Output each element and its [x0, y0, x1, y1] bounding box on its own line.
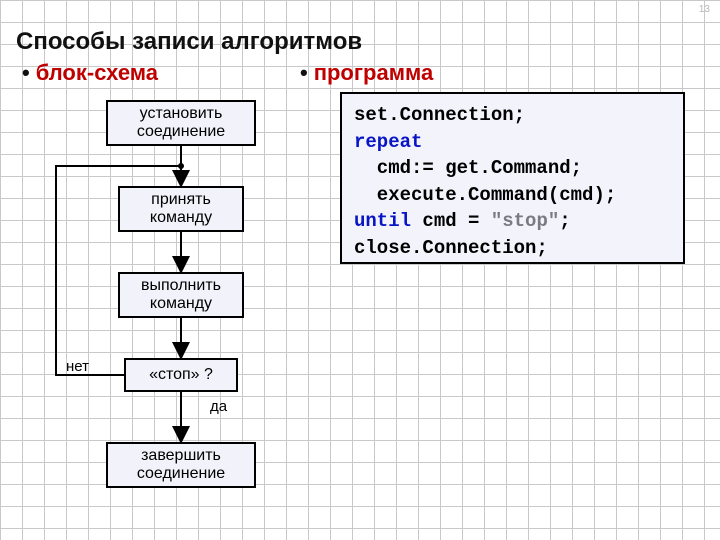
subtitle-flowchart: •блок-схема [22, 60, 158, 86]
flow-box-label: принять команду [150, 191, 212, 228]
code-keyword: repeat [354, 131, 422, 153]
bullet-icon: • [300, 60, 308, 85]
flow-box-connect: установить соединение [106, 100, 256, 146]
flow-box-execute: выполнить команду [118, 272, 244, 318]
flow-box-close: завершить соединение [106, 442, 256, 488]
code-text: cmd = [411, 210, 491, 232]
code-line: set.Connection; [354, 104, 525, 126]
code-line: cmd:= get.Command; [354, 157, 582, 179]
decision-no-label: нет [66, 358, 89, 375]
subtitle-program-text: программа [314, 60, 434, 85]
decision-yes-label: да [210, 398, 227, 415]
subtitle-program: •программа [300, 60, 433, 86]
code-string: "stop" [491, 210, 559, 232]
flow-box-label: завершить соединение [137, 447, 225, 484]
code-line: close.Connection; [354, 237, 548, 259]
flow-box-decision: «стоп» ? [124, 358, 238, 392]
code-keyword: until [354, 210, 411, 232]
code-line: execute.Command(cmd); [354, 184, 616, 206]
subtitle-flowchart-text: блок-схема [36, 60, 158, 85]
flow-box-label: установить соединение [137, 105, 225, 142]
page-number: 13 [699, 4, 710, 15]
flow-box-label: выполнить команду [141, 277, 221, 314]
code-block: set.Connection; repeat cmd:= get.Command… [340, 92, 685, 264]
flow-box-label: «стоп» ? [149, 366, 213, 384]
code-text: ; [559, 210, 570, 232]
page-title: Способы записи алгоритмов [16, 28, 362, 56]
bullet-icon: • [22, 60, 30, 85]
flow-box-receive: принять команду [118, 186, 244, 232]
